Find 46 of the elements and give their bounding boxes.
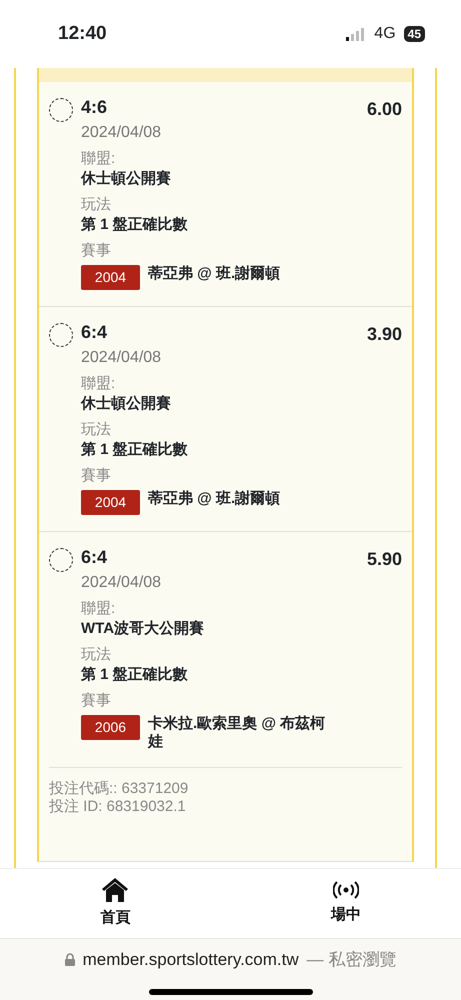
date-text: 2024/04/08 [81,348,162,368]
bet-id: 投注 ID: 68319032.1 [49,798,187,816]
broadcast-icon [332,880,359,900]
field-label: 玩法 [81,195,112,215]
date-text: 2024/04/08 [81,123,162,143]
field-label: 賽事 [81,466,112,486]
field-label: 玩法 [81,420,112,440]
odds-text: 6.00 [366,98,402,121]
home-icon [101,877,130,904]
score-text: 6:4 [81,321,108,344]
score-text: 6:4 [81,546,108,569]
event-code: 2004 [81,490,140,515]
private-mode-label: — 私密瀏覽 [306,949,396,971]
clock: 12:40 [58,22,107,46]
select-circle[interactable] [49,548,73,572]
lock-icon [64,953,75,966]
url-text[interactable]: member.sportslottery.com.tw [82,947,299,972]
field-label: 聯盟: [81,374,116,394]
field-label: 玩法 [81,645,112,665]
event-name: 卡米拉.歐索里奧 @ 布茲柯娃 [148,715,326,751]
field-label: 聯盟: [81,149,116,169]
date-text: 2024/04/08 [81,573,162,593]
network-type: 4G [374,24,396,44]
field-label: 賽事 [81,241,112,261]
odds-text: 3.90 [366,323,402,346]
select-circle[interactable] [49,98,73,122]
event-name: 蒂亞弗 @ 班.謝爾頓 [148,490,280,508]
event-code: 2004 [81,265,140,290]
select-circle[interactable] [49,323,73,347]
market-name: 第 1 盤正確比數 [81,440,189,460]
market-name: 第 1 盤正確比數 [81,215,189,235]
nav-tab[interactable]: 首頁 [100,877,130,930]
score-text: 4:6 [81,96,108,119]
signal-icon [346,28,366,40]
league-name: WTA波哥大公開賽 [81,619,206,639]
event-name: 蒂亞弗 @ 班.謝爾頓 [148,265,280,283]
field-label: 賽事 [81,691,112,711]
field-label: 聯盟: [81,599,116,619]
market-name: 第 1 盤正確比數 [81,665,189,685]
nav-tab[interactable]: 場中 [330,880,361,927]
league-name: 休士頓公開賽 [81,394,172,414]
league-name: 休士頓公開賽 [81,169,172,189]
odds-text: 5.90 [366,548,402,571]
event-code: 2006 [81,715,140,740]
bet-code: 投注代碼:: 63371209 [49,780,190,798]
battery-level: 45 [404,26,425,42]
